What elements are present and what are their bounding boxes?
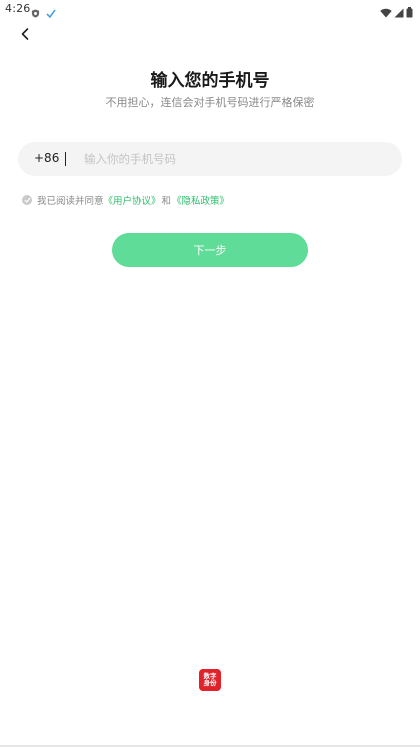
app-logo: 数字 身份 — [199, 669, 221, 691]
status-system-icons — [380, 3, 413, 22]
wifi-icon — [380, 3, 392, 22]
logo-text-line2: 身份 — [203, 679, 217, 687]
agreement-checkbox[interactable] — [22, 195, 32, 205]
page-subtitle: 不用担心，连信会对手机号码进行严格保密 — [105, 96, 315, 109]
page-title: 输入您的手机号 — [150, 71, 270, 91]
status-bar: 4:26 — [0, 0, 420, 19]
chevron-left-icon — [19, 26, 31, 45]
text-cursor — [65, 152, 66, 166]
next-button[interactable]: 下一步 — [112, 233, 308, 267]
agreement-conjunction: 和 — [161, 196, 172, 207]
privacy-policy-link[interactable]: 《隐私政策》 — [172, 193, 229, 207]
country-code-selector[interactable]: +86 — [34, 151, 59, 165]
battery-icon — [406, 3, 413, 22]
checkmark-icon — [23, 197, 31, 203]
back-button[interactable] — [14, 24, 36, 46]
agreement-row: 我已阅读并同意 《用户协议》 和 《隐私政策》 — [22, 193, 229, 207]
status-time: 4:26 — [5, 2, 31, 15]
shield-icon — [31, 3, 40, 22]
phone-number-input[interactable] — [84, 148, 384, 170]
agreement-prefix: 我已阅读并同意 — [37, 196, 104, 207]
check-icon — [46, 3, 56, 22]
status-notification-icons — [31, 3, 56, 22]
phone-field[interactable]: +86 — [18, 142, 402, 176]
user-agreement-link[interactable]: 《用户协议》 — [104, 193, 161, 207]
signal-icon — [394, 3, 404, 22]
